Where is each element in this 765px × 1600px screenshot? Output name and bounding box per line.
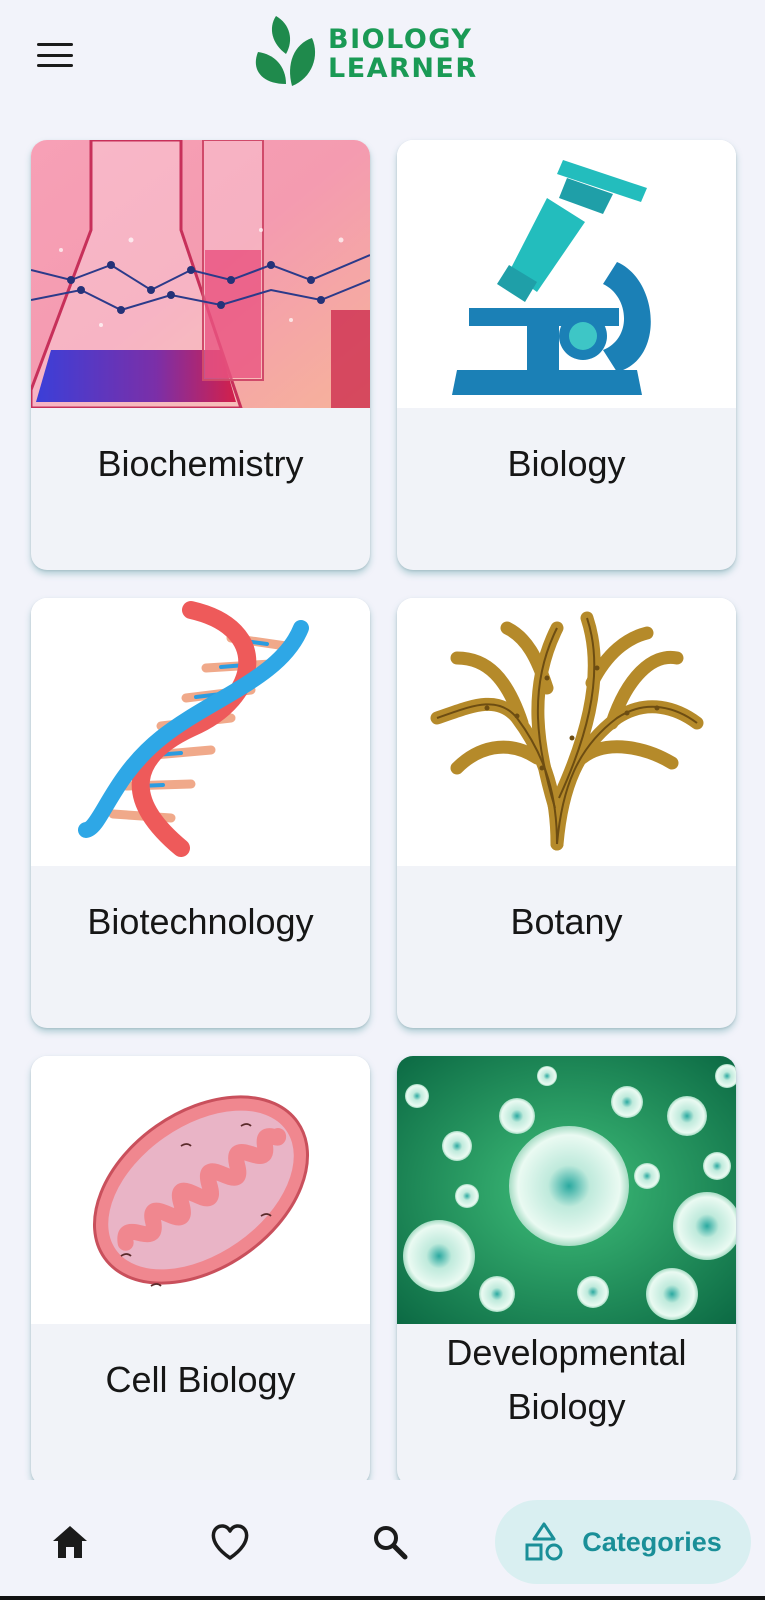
category-card-botany[interactable]: Botany	[397, 598, 736, 1028]
nav-categories[interactable]: Categories	[495, 1500, 751, 1584]
mitochondrion-illustration	[31, 1056, 370, 1324]
logo-text-line2: LEARNER	[328, 53, 478, 84]
category-label: Developmental Biology	[446, 1332, 687, 1427]
nav-favorites[interactable]	[200, 1510, 260, 1574]
home-icon	[53, 1526, 87, 1558]
shapes-icon	[525, 1522, 563, 1561]
dna-helix-illustration	[31, 598, 370, 866]
category-label: Biotechnology	[87, 901, 314, 942]
nav-home[interactable]	[40, 1510, 100, 1574]
category-card-developmental-biology[interactable]: Developmental Biology	[397, 1056, 736, 1486]
category-card-cell-biology[interactable]: Cell Biology	[31, 1056, 370, 1486]
lab-glassware-photo	[31, 140, 370, 408]
hamburger-menu-icon[interactable]	[36, 40, 74, 70]
microscope-illustration	[397, 140, 736, 408]
category-card-biotechnology[interactable]: Biotechnology	[31, 598, 370, 1028]
seaweed-plant-illustration	[397, 598, 736, 866]
leaf-logo-icon	[255, 16, 316, 86]
nav-categories-label: Categories	[582, 1526, 722, 1557]
green-cells-photo	[397, 1056, 736, 1324]
category-label: Biology	[507, 443, 626, 484]
heart-icon	[211, 1524, 249, 1560]
nav-search[interactable]	[360, 1510, 420, 1574]
bottom-navigation: Categories	[0, 1480, 765, 1600]
app-header: BIOLOGY LEARNER	[0, 0, 765, 120]
category-label: Cell Biology	[105, 1359, 296, 1400]
app-logo: BIOLOGY LEARNER	[246, 14, 526, 94]
logo-text-line1: BIOLOGY	[328, 24, 473, 55]
category-label: Biochemistry	[97, 443, 304, 484]
system-bottom-edge	[0, 1596, 765, 1600]
category-grid: Biochemistry Biology Biotechnology Botan…	[31, 140, 737, 1486]
category-label: Botany	[510, 901, 623, 942]
category-card-biology[interactable]: Biology	[397, 140, 736, 570]
category-card-biochemistry[interactable]: Biochemistry	[31, 140, 370, 570]
search-icon	[374, 1526, 408, 1560]
